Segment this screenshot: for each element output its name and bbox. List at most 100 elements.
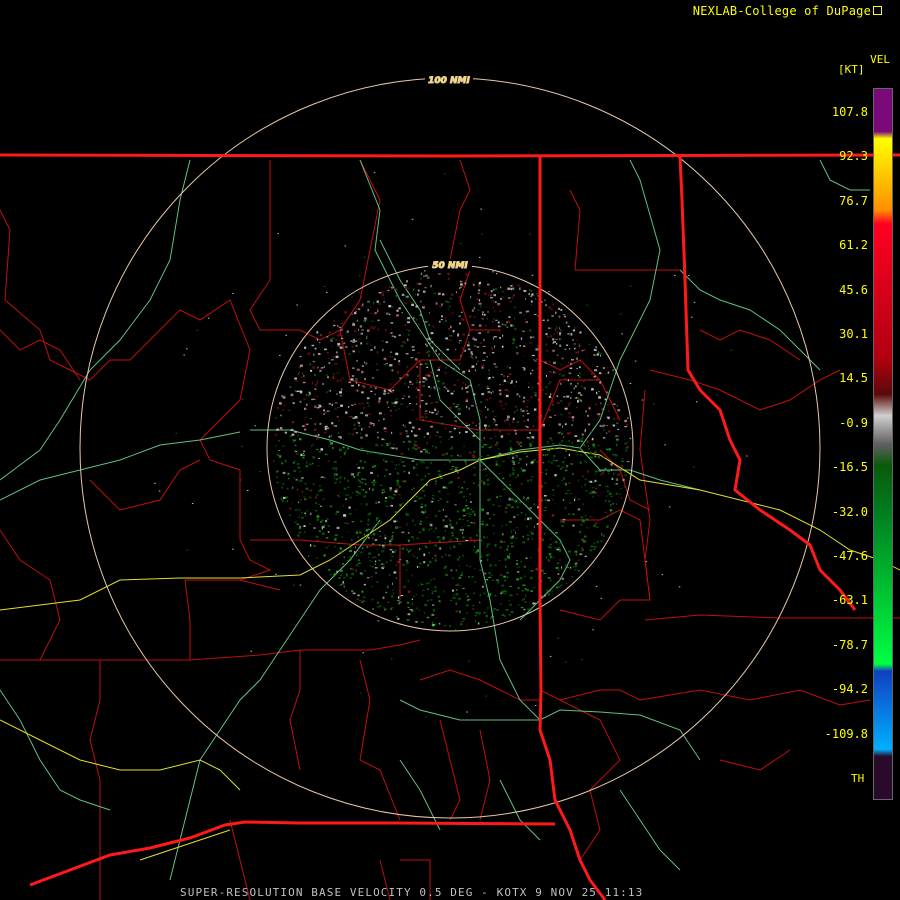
echo-pixel bbox=[438, 353, 440, 356]
external-link-icon[interactable] bbox=[873, 6, 882, 15]
echo-pixel bbox=[551, 499, 554, 501]
echo-pixel bbox=[613, 403, 616, 405]
echo-pixel bbox=[415, 403, 418, 405]
echo-pixel bbox=[551, 400, 554, 403]
echo-pixel bbox=[424, 504, 426, 507]
echo-pixel bbox=[341, 536, 344, 538]
echo-pixel bbox=[463, 540, 466, 542]
echo-pixel bbox=[523, 396, 526, 399]
echo-pixel bbox=[584, 535, 587, 538]
echo-pixel bbox=[299, 584, 302, 586]
echo-pixel bbox=[314, 347, 317, 350]
echo-pixel bbox=[348, 559, 352, 561]
echo-pixel bbox=[346, 559, 349, 562]
echo-pixel bbox=[486, 483, 490, 486]
echo-pixel bbox=[467, 599, 470, 601]
echo-pixel bbox=[549, 655, 552, 657]
echo-pixel bbox=[442, 519, 445, 522]
echo-pixel bbox=[333, 373, 335, 376]
echo-pixel bbox=[441, 303, 443, 306]
echo-pixel bbox=[398, 601, 402, 604]
echo-pixel bbox=[561, 577, 564, 580]
echo-pixel bbox=[335, 539, 337, 541]
echo-pixel bbox=[391, 431, 393, 434]
echo-pixel bbox=[477, 428, 480, 431]
echo-pixel bbox=[460, 311, 463, 313]
echo-pixel bbox=[498, 389, 502, 392]
echo-pixel bbox=[433, 293, 437, 294]
echo-pixel bbox=[481, 523, 484, 526]
echo-pixel bbox=[434, 586, 437, 589]
echo-pixel bbox=[382, 544, 385, 547]
echo-pixel bbox=[357, 308, 361, 311]
echo-pixel bbox=[341, 550, 343, 553]
echo-pixel bbox=[490, 438, 492, 440]
echo-pixel bbox=[556, 325, 558, 328]
echo-pixel bbox=[349, 496, 352, 499]
echo-pixel bbox=[492, 524, 495, 527]
echo-pixel bbox=[499, 400, 502, 403]
echo-pixel bbox=[557, 573, 560, 575]
echo-pixel bbox=[407, 539, 410, 542]
echo-pixel bbox=[424, 509, 427, 512]
echo-pixel bbox=[445, 453, 448, 455]
echo-pixel bbox=[312, 462, 314, 465]
echo-pixel bbox=[555, 311, 557, 314]
echo-pixel bbox=[461, 531, 464, 535]
echo-pixel bbox=[581, 475, 585, 477]
echo-pixel bbox=[363, 382, 367, 385]
echo-pixel bbox=[616, 443, 618, 447]
echo-pixel bbox=[506, 504, 510, 506]
echo-pixel bbox=[611, 469, 613, 471]
echo-pixel bbox=[247, 490, 249, 491]
echo-pixel bbox=[449, 297, 452, 300]
echo-pixel bbox=[331, 377, 335, 380]
echo-pixel bbox=[498, 505, 501, 507]
echo-pixel bbox=[493, 294, 496, 297]
echo-pixel bbox=[335, 467, 338, 470]
echo-pixel bbox=[340, 404, 343, 407]
echo-pixel bbox=[603, 424, 606, 427]
echo-pixel bbox=[320, 505, 322, 507]
scale-tick: 30.1 bbox=[839, 327, 868, 341]
echo-pixel bbox=[517, 587, 520, 589]
echo-pixel bbox=[422, 419, 424, 421]
echo-pixel bbox=[388, 313, 391, 316]
echo-pixel bbox=[459, 585, 461, 587]
echo-pixel bbox=[579, 461, 582, 464]
echo-pixel bbox=[334, 461, 337, 463]
echo-pixel bbox=[593, 354, 596, 356]
echo-pixel bbox=[357, 594, 360, 597]
echo-pixel bbox=[355, 382, 358, 384]
echo-pixel bbox=[426, 344, 428, 347]
echo-pixel bbox=[394, 490, 398, 493]
echo-pixel bbox=[515, 531, 517, 534]
echo-pixel bbox=[524, 588, 527, 591]
echo-pixel bbox=[516, 527, 519, 529]
echo-pixel bbox=[388, 442, 391, 445]
echo-pixel bbox=[625, 449, 627, 452]
echo-pixel bbox=[573, 343, 576, 345]
echo-pixel bbox=[401, 293, 405, 296]
echo-pixel bbox=[406, 548, 408, 551]
echo-pixel bbox=[295, 380, 298, 382]
echo-pixel bbox=[563, 436, 565, 438]
echo-pixel bbox=[614, 454, 618, 457]
echo-pixel bbox=[343, 514, 347, 517]
echo-pixel bbox=[490, 445, 493, 448]
echo-pixel bbox=[519, 441, 522, 444]
echo-pixel bbox=[627, 441, 629, 443]
echo-pixel bbox=[489, 518, 491, 520]
echo-pixel bbox=[259, 471, 262, 473]
echo-pixel bbox=[450, 293, 454, 296]
echo-pixel bbox=[378, 303, 381, 306]
echo-pixel bbox=[385, 341, 389, 344]
echo-pixel bbox=[428, 528, 431, 531]
echo-pixel bbox=[428, 324, 431, 327]
echo-pixel bbox=[486, 545, 489, 547]
echo-pixel bbox=[552, 338, 555, 341]
echo-pixel bbox=[495, 336, 497, 338]
echo-pixel bbox=[284, 460, 287, 463]
echo-pixel bbox=[432, 590, 435, 593]
echo-pixel bbox=[514, 501, 518, 503]
